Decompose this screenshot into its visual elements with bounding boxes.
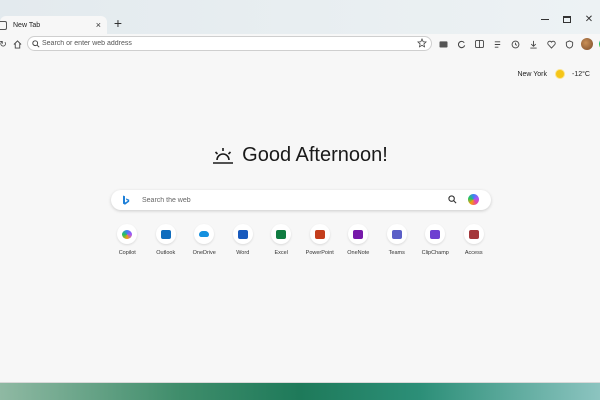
home-button[interactable] [10,37,24,51]
onedrive-icon [199,231,210,237]
favorites-icon [494,40,500,48]
weather-widget[interactable]: New York -12°C [517,70,590,78]
copilot-icon [122,229,133,239]
favorites-button[interactable] [490,37,504,51]
weather-city: New York [517,70,548,78]
bing-logo-icon [119,195,133,206]
onenote-app-tile [348,224,369,244]
app-label: OneNote [347,250,370,256]
new-tab-page: New York -12°C Good Afternoon! Search th… [0,54,600,383]
toolbar-actions [436,37,600,51]
tab-new-tab[interactable]: New Tab × [0,16,107,34]
avatar [581,38,593,50]
maximize-button[interactable] [556,12,578,26]
browser-essentials-button[interactable] [562,37,576,51]
address-bar[interactable] [27,36,432,51]
teams-app-tile [386,224,407,244]
access-icon [468,229,479,239]
clipchamp-app-tile [425,224,446,244]
home-icon [13,39,21,49]
excel-icon [276,229,287,239]
excel-app-tile [271,224,292,244]
outlook-icon [160,229,171,239]
window-controls: ✕ [534,12,600,26]
app-label: Word [236,250,250,256]
app-outlook[interactable]: Outlook [147,224,186,256]
app-onenote[interactable]: OneNote [339,224,378,256]
app-shortcuts: Copilot Outlook OneDrive Word Excel Powe… [108,224,493,256]
split-screen-button[interactable] [472,37,486,51]
app-powerpoint[interactable]: PowerPoint [301,224,340,256]
puzzle-icon [439,41,447,48]
reload-icon [457,40,465,48]
tab-strip: New Tab × + ✕ [0,0,600,34]
app-teams[interactable]: Teams [378,224,417,256]
tab-close-icon[interactable]: × [96,20,101,30]
tab-title: New Tab [13,21,41,29]
maximize-icon [563,15,571,23]
app-label: Outlook [156,250,176,256]
refresh-icon: ↻ [0,38,7,49]
browser-toolbar: ↻ [0,34,600,54]
copilot-app-tile [117,224,138,244]
close-window-button[interactable]: ✕ [578,12,600,26]
sunrise-icon [213,147,234,164]
sun-icon [556,70,565,78]
new-tab-button[interactable]: + [111,16,125,31]
new-tab-favicon-icon [0,20,7,30]
search-icon[interactable] [448,195,457,204]
history-icon [511,40,519,48]
browser-window: New Tab × + ✕ ↻ Search or enter web addr… [0,0,600,383]
app-label: ClipChamp [421,250,449,256]
onenote-icon [353,229,364,239]
profile-button[interactable] [580,37,594,51]
onedrive-app-tile [194,224,215,244]
search-icon [32,39,40,48]
outlook-app-tile [155,224,176,244]
split-screen-icon [474,40,484,48]
history-button[interactable] [508,37,522,51]
app-access[interactable]: Access [455,224,494,256]
web-search-box[interactable] [111,190,491,210]
app-label: Teams [388,250,405,256]
greeting: Good Afternoon! [0,144,600,167]
performance-button[interactable] [544,37,558,51]
desktop-wallpaper [0,383,600,400]
word-app-tile [232,224,253,244]
app-label: Access [464,250,483,256]
weather-temperature: -12°C [572,70,590,78]
heart-pulse-icon [546,40,556,49]
copilot-search-icon[interactable] [468,194,479,205]
app-clipchamp[interactable]: ClipChamp [416,224,455,256]
downloads-button[interactable] [526,37,540,51]
download-icon [529,40,537,49]
app-label: OneDrive [192,250,216,256]
app-copilot[interactable]: Copilot [108,224,147,256]
app-label: PowerPoint [305,250,334,256]
shield-icon [565,39,573,49]
app-word[interactable]: Word [224,224,263,256]
powerpoint-app-tile [309,224,330,244]
access-app-tile [463,224,484,244]
app-onedrive[interactable]: OneDrive [185,224,224,256]
favorite-star-icon[interactable] [417,38,427,48]
greeting-text: Good Afternoon! [242,144,388,166]
teams-icon [391,229,402,239]
minimize-button[interactable] [534,12,556,26]
app-excel[interactable]: Excel [262,224,301,256]
refresh-button[interactable]: ↻ [0,37,10,51]
search-web-input[interactable] [142,196,432,204]
powerpoint-icon [314,229,325,239]
word-icon [237,229,248,239]
extensions-button[interactable] [436,37,450,51]
refresh-page-button[interactable] [454,37,468,51]
address-input[interactable] [42,40,402,47]
app-label: Excel [274,250,288,256]
clipchamp-icon [430,229,441,239]
minimize-icon [541,18,549,20]
app-label: Copilot [118,250,136,256]
